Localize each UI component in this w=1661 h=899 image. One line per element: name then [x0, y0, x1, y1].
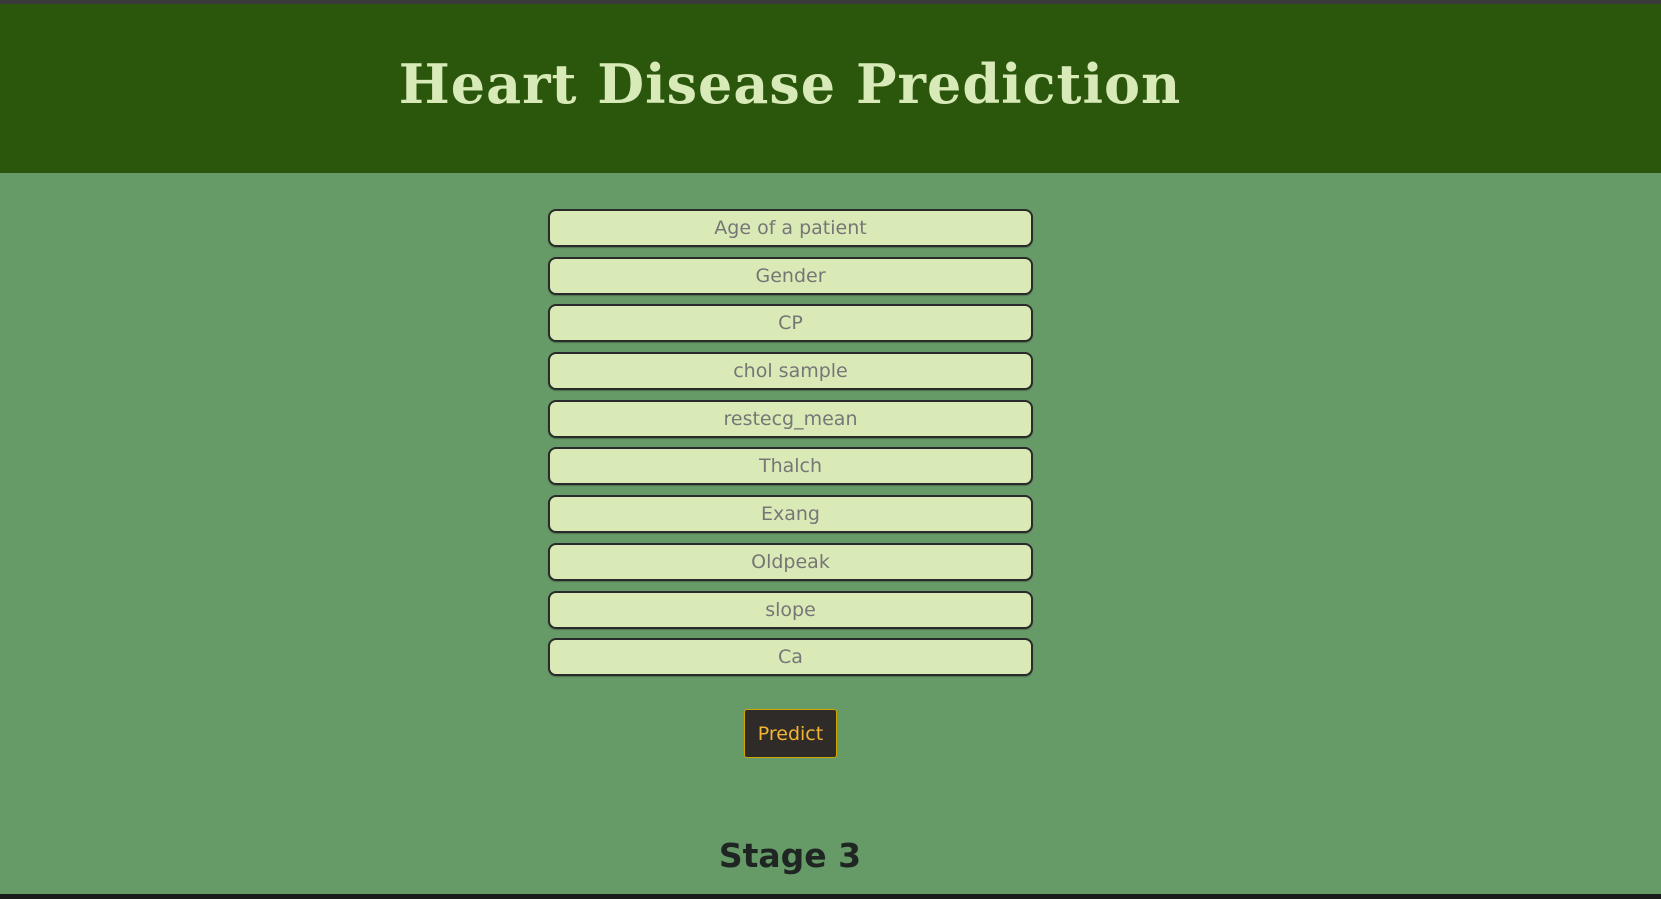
oldpeak-input[interactable] [548, 542, 1033, 581]
slope-input[interactable] [548, 590, 1033, 629]
chol-input[interactable] [548, 352, 1033, 391]
page-title: Heart Disease Prediction [398, 52, 1182, 116]
predict-button[interactable]: Predict [744, 709, 837, 758]
exang-input[interactable] [548, 495, 1033, 534]
cp-input[interactable] [548, 304, 1033, 343]
ca-input[interactable] [548, 638, 1033, 677]
gender-input[interactable] [548, 256, 1033, 295]
restecg-input[interactable] [548, 399, 1033, 438]
window-bottom-border [0, 894, 1661, 899]
age-input[interactable] [548, 209, 1033, 247]
prediction-form [548, 209, 1033, 686]
prediction-result: Stage 3 [718, 836, 862, 875]
thalch-input[interactable] [548, 447, 1033, 486]
page-header: Heart Disease Prediction [0, 4, 1661, 173]
